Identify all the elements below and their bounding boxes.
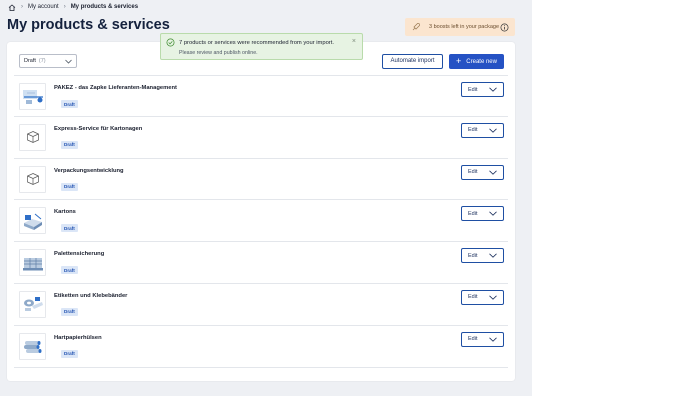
page-background: › My account › My products & services My… [0,0,532,396]
breadcrumb-link-my-account[interactable]: My account [28,4,59,10]
labels-tapes-illustration [23,297,43,312]
edit-label: Edit [468,336,478,343]
boosts-banner: 3 boosts left in your package [405,18,515,36]
home-icon[interactable] [8,3,16,11]
product-thumbnail [19,290,46,318]
chevron-right-icon: › [63,4,66,10]
product-name[interactable]: Verpackungsentwicklung [54,168,124,174]
product-thumbnail [19,332,46,360]
rocket-icon [412,23,420,31]
pallet-securing-illustration [22,257,43,271]
status-badge: Draft [61,266,78,275]
breadcrumb: › My account › My products & services [8,2,138,12]
edit-dropdown-button[interactable]: Edit [461,331,504,347]
chevron-down-icon [489,87,497,92]
filter-value: Draft [24,58,36,64]
product-name[interactable]: Etiketten und Klebebänder [54,293,127,299]
box-icon [26,173,39,185]
product-thumbnail [19,207,46,235]
filter-count: (7) [38,58,46,64]
status-badge: Draft [61,349,78,358]
status-badge: Draft [61,182,78,191]
product-thumbnail [19,249,46,277]
product-row: Verpackungsentwicklung Draft Edit [14,159,508,201]
edit-label: Edit [468,252,478,259]
cartons-illustration [23,213,42,230]
edit-dropdown-button[interactable]: Edit [461,82,504,97]
chevron-down-icon [489,295,497,300]
product-name[interactable]: PAKEZ - das Zapke Lieferanten-Management [54,85,177,91]
product-thumbnail [19,83,46,110]
product-name[interactable]: Express-Service für Kartonagen [54,126,142,132]
edit-dropdown-button[interactable]: Edit [461,289,504,305]
create-new-button[interactable]: + Create new [449,54,504,69]
product-row: Kartons Draft Edit [14,200,508,243]
edit-dropdown-button[interactable]: Edit [461,164,504,180]
check-circle-icon [166,38,175,47]
toast-subtitle: Please review and publish online. [179,50,258,56]
status-badge: Draft [61,224,78,233]
product-row: Express-Service für Kartonagen Draft Edi… [14,117,508,159]
product-thumbnail [19,123,46,151]
toast-title: 7 products or services were recommended … [179,40,334,46]
create-new-label: Create new [466,58,497,65]
box-icon [26,131,39,144]
breadcrumb-current: My products & services [70,4,139,10]
boosts-text: 3 boosts left in your package [429,24,500,30]
edit-label: Edit [468,294,478,301]
chevron-down-icon [489,170,497,175]
product-row: Hartpapierhülsen Draft Edit [14,326,508,368]
edit-dropdown-button[interactable]: Edit [461,122,504,138]
chevron-right-icon: › [21,4,23,10]
edit-label: Edit [468,169,478,176]
chevron-down-icon [489,253,497,258]
page-title: My products & services [7,17,170,33]
product-list: PAKEZ - das Zapke Lieferanten-Management… [14,75,508,368]
product-name[interactable]: Hartpapierhülsen [54,335,102,341]
chevron-down-icon [489,211,497,217]
paper-tubes-illustration [23,341,41,354]
edit-label: Edit [468,86,478,93]
status-badge: Draft [61,140,78,149]
edit-dropdown-button[interactable]: Edit [461,206,504,222]
supplier-management-illustration [22,89,43,104]
automate-import-button[interactable]: Automate import [382,54,443,69]
status-badge: Draft [61,100,78,108]
products-card: Draft (7) Automate import + Create new P… [7,42,515,381]
info-icon[interactable] [500,23,509,32]
chevron-down-icon [489,337,497,342]
import-success-toast: 7 products or services were recommended … [160,33,363,60]
product-row: Etiketten und Klebebänder Draft Edit [14,284,508,326]
plus-icon: + [456,55,462,66]
product-thumbnail [19,165,46,193]
edit-dropdown-button[interactable]: Edit [461,248,504,264]
chevron-down-icon [489,128,497,133]
status-badge: Draft [61,307,78,316]
status-filter-select[interactable]: Draft (7) [19,54,77,68]
product-row: Palettensicherung Draft Edit [14,242,508,284]
product-name[interactable]: Palettensicherung [54,251,104,257]
product-name[interactable]: Kartons [54,209,76,215]
edit-label: Edit [468,127,478,134]
product-row: PAKEZ - das Zapke Lieferanten-Management… [14,75,508,117]
edit-label: Edit [468,210,478,217]
chevron-down-icon [65,59,72,64]
close-icon[interactable]: × [352,38,356,45]
